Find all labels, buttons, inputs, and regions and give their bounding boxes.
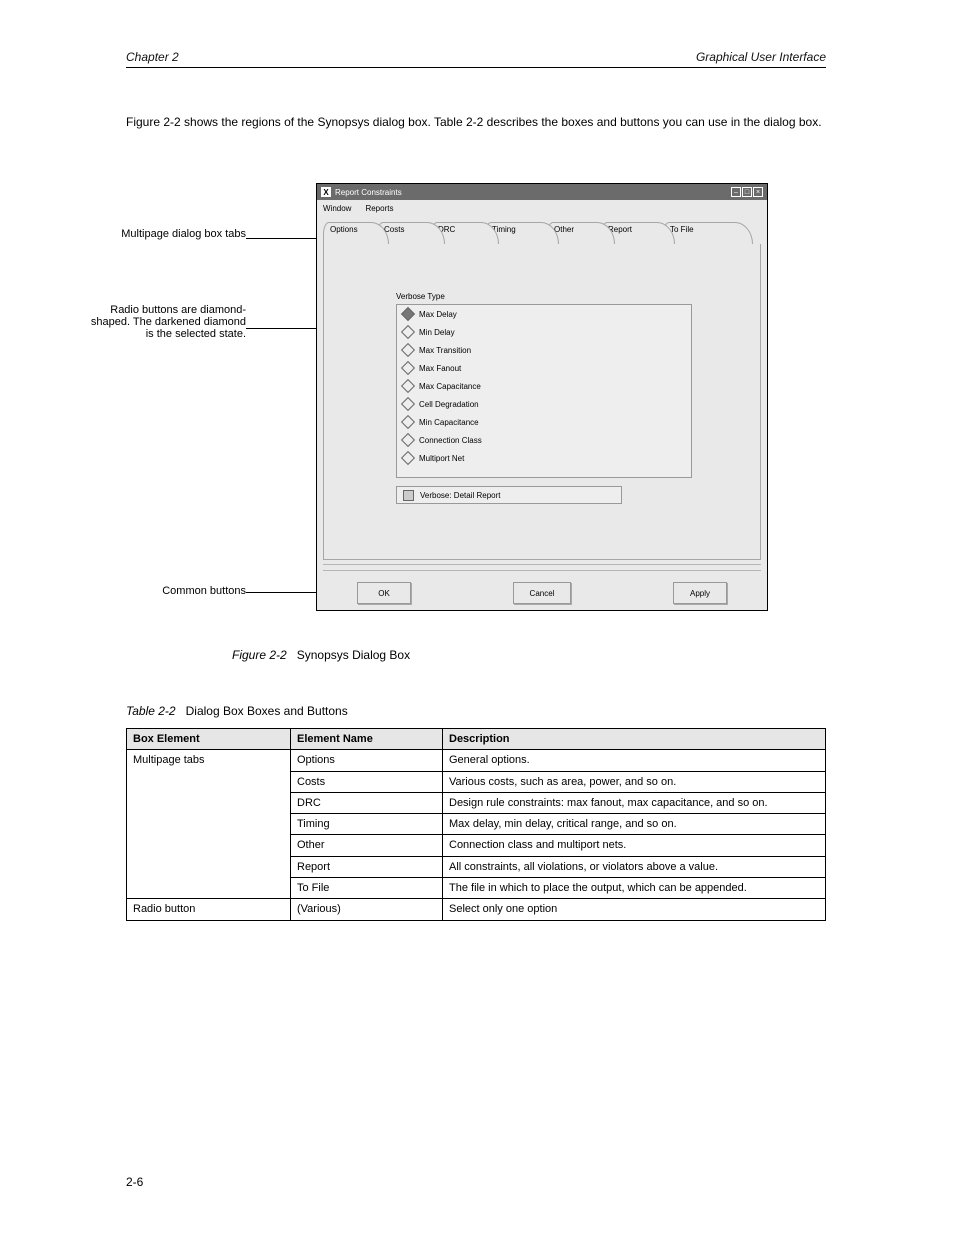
- radio-option[interactable]: Max Transition: [397, 341, 691, 359]
- maximize-icon[interactable]: □: [742, 187, 752, 197]
- separator: [323, 564, 761, 565]
- close-icon[interactable]: X: [321, 187, 331, 197]
- checkbox-label: Verbose: Detail Report: [420, 491, 501, 500]
- intro-paragraph: Figure 2-2 shows the regions of the Syno…: [126, 114, 826, 130]
- radio-option[interactable]: Min Capacitance: [397, 413, 691, 431]
- table-header: Description: [443, 729, 826, 750]
- figure-caption-text: Synopsys Dialog Box: [297, 648, 410, 662]
- radio-option[interactable]: Max Delay: [397, 305, 691, 323]
- apply-button[interactable]: Apply: [673, 582, 727, 604]
- table-cell: Max delay, min delay, critical range, an…: [443, 814, 826, 835]
- ok-button[interactable]: OK: [357, 582, 411, 604]
- table-cell: Connection class and multiport nets.: [443, 835, 826, 856]
- callout-radio-text: Radio buttons are diamond-shaped. The da…: [86, 304, 246, 340]
- callout-radio: Radio buttons are diamond-shaped. The da…: [86, 304, 246, 340]
- minimize-icon[interactable]: –: [731, 187, 741, 197]
- tab-to-file[interactable]: To File: [663, 222, 753, 244]
- radio-label: Multiport Net: [419, 454, 464, 463]
- page-header: Chapter 2 Graphical User Interface: [126, 50, 826, 64]
- close-window-icon[interactable]: ×: [753, 187, 763, 197]
- radio-icon: [401, 361, 415, 375]
- table-cell: Design rule constraints: max fanout, max…: [443, 792, 826, 813]
- separator: [323, 570, 761, 571]
- table-cell: Radio button: [127, 899, 291, 920]
- table-cell: General options.: [443, 750, 826, 771]
- table-header: Box Element: [127, 729, 291, 750]
- table-cell: To File: [291, 878, 443, 899]
- arrow-icon: [246, 238, 316, 239]
- table-cell: All constraints, all violations, or viol…: [443, 856, 826, 877]
- table-cell: Costs: [291, 771, 443, 792]
- table-cell: Select only one option: [443, 899, 826, 920]
- radio-label: Max Delay: [419, 310, 457, 319]
- titlebar: X Report Constraints – □ ×: [317, 184, 767, 200]
- dialog-window: X Report Constraints – □ × Window Report…: [316, 183, 768, 611]
- checkbox-panel: Verbose: Detail Report: [396, 486, 622, 504]
- callout-buttons: Common buttons: [86, 585, 246, 597]
- radio-option[interactable]: Min Delay: [397, 323, 691, 341]
- radio-label: Min Delay: [419, 328, 455, 337]
- table-cell: Timing: [291, 814, 443, 835]
- radio-label: Cell Degradation: [419, 400, 479, 409]
- radio-option[interactable]: Cell Degradation: [397, 395, 691, 413]
- radio-icon: [401, 433, 415, 447]
- radio-icon: [401, 379, 415, 393]
- table-cell: Other: [291, 835, 443, 856]
- section-label: Verbose Type: [396, 292, 445, 301]
- table-row: Multipage tabs Options General options.: [127, 750, 826, 771]
- table-cell: Options: [291, 750, 443, 771]
- table-cell: (Various): [291, 899, 443, 920]
- page-number: 2-6: [126, 1175, 143, 1189]
- radio-icon: [401, 307, 415, 321]
- menu-item[interactable]: Reports: [365, 204, 393, 213]
- cancel-button[interactable]: Cancel: [513, 582, 571, 604]
- menubar: Window Reports: [317, 200, 767, 216]
- table-cell: The file in which to place the output, w…: [443, 878, 826, 899]
- header-left: Chapter 2: [126, 50, 179, 64]
- radio-label: Connection Class: [419, 436, 482, 445]
- table-title-text: Dialog Box Boxes and Buttons: [186, 704, 348, 718]
- radio-icon: [401, 397, 415, 411]
- tab-body: Verbose Type Max Delay Min Delay Max Tra…: [323, 244, 761, 560]
- checkbox-icon[interactable]: [403, 490, 414, 501]
- callout-buttons-text: Common buttons: [86, 585, 246, 597]
- callout-tabs-text: Multipage dialog box tabs: [86, 228, 246, 240]
- table-header-row: Box Element Element Name Description: [127, 729, 826, 750]
- table-title: Table 2-2 Dialog Box Boxes and Buttons: [126, 704, 348, 718]
- radio-label: Min Capacitance: [419, 418, 479, 427]
- figure-caption: Figure 2-2 Synopsys Dialog Box: [232, 648, 732, 662]
- table-header: Element Name: [291, 729, 443, 750]
- spec-table: Box Element Element Name Description Mul…: [126, 728, 826, 921]
- radio-label: Max Capacitance: [419, 382, 481, 391]
- radio-icon: [401, 325, 415, 339]
- radio-label: Max Fanout: [419, 364, 461, 373]
- radio-panel: Max Delay Min Delay Max Transition Max F…: [396, 304, 692, 478]
- table-cell: DRC: [291, 792, 443, 813]
- radio-icon: [401, 415, 415, 429]
- radio-option[interactable]: Max Fanout: [397, 359, 691, 377]
- table-cell: Report: [291, 856, 443, 877]
- radio-icon: [401, 343, 415, 357]
- radio-option[interactable]: Multiport Net: [397, 449, 691, 467]
- figure-label: Figure 2-2: [232, 648, 287, 662]
- header-right: Graphical User Interface: [696, 50, 826, 64]
- radio-label: Max Transition: [419, 346, 471, 355]
- radio-icon: [401, 451, 415, 465]
- radio-option[interactable]: Max Capacitance: [397, 377, 691, 395]
- table-row: Radio button (Various) Select only one o…: [127, 899, 826, 920]
- table-cell: Multipage tabs: [127, 750, 291, 899]
- table-cell: Various costs, such as area, power, and …: [443, 771, 826, 792]
- tabs-row: Options Costs DRC Timing Other Report To…: [323, 222, 761, 244]
- header-rule: [126, 67, 826, 68]
- radio-option[interactable]: Connection Class: [397, 431, 691, 449]
- callout-tabs: Multipage dialog box tabs: [86, 228, 246, 240]
- window-title: Report Constraints: [335, 188, 402, 197]
- figure-wrap: Multipage dialog box tabs Radio buttons …: [126, 180, 826, 630]
- table-label: Table 2-2: [126, 704, 176, 718]
- tab-options[interactable]: Options: [323, 222, 389, 244]
- menu-item[interactable]: Window: [323, 204, 351, 213]
